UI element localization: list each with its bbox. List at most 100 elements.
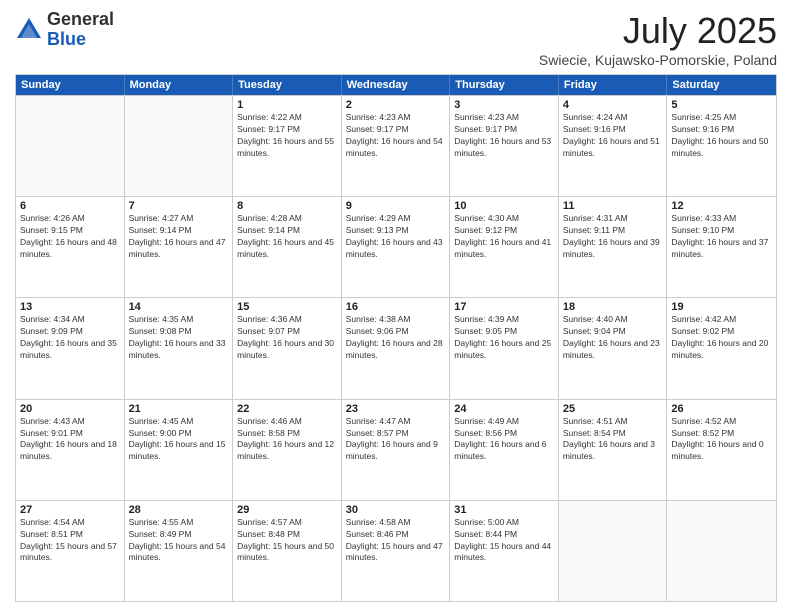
day-cell-27: 27Sunrise: 4:54 AMSunset: 8:51 PMDayligh… [16,501,125,601]
day-number: 7 [129,200,229,212]
daylight-text: Daylight: 16 hours and 33 minutes. [129,338,229,362]
sunrise-text: Sunrise: 4:47 AM [346,416,446,428]
day-number: 28 [129,504,229,516]
day-cell-29: 29Sunrise: 4:57 AMSunset: 8:48 PMDayligh… [233,501,342,601]
day-number: 25 [563,403,663,415]
calendar-row-4: 20Sunrise: 4:43 AMSunset: 9:01 PMDayligh… [16,399,776,500]
daylight-text: Daylight: 16 hours and 54 minutes. [346,136,446,160]
daylight-text: Daylight: 16 hours and 18 minutes. [20,439,120,463]
logo-blue: Blue [47,29,86,49]
sunrise-text: Sunrise: 4:54 AM [20,517,120,529]
daylight-text: Daylight: 16 hours and 37 minutes. [671,237,772,261]
sunrise-text: Sunrise: 4:42 AM [671,314,772,326]
day-number: 14 [129,301,229,313]
sunrise-text: Sunrise: 4:30 AM [454,213,554,225]
day-cell-4: 4Sunrise: 4:24 AMSunset: 9:16 PMDaylight… [559,96,668,196]
daylight-text: Daylight: 16 hours and 50 minutes. [671,136,772,160]
sunrise-text: Sunrise: 4:28 AM [237,213,337,225]
calendar-header: SundayMondayTuesdayWednesdayThursdayFrid… [16,75,776,95]
day-cell-21: 21Sunrise: 4:45 AMSunset: 9:00 PMDayligh… [125,400,234,500]
sunset-text: Sunset: 9:14 PM [237,225,337,237]
day-number: 24 [454,403,554,415]
page: General Blue July 2025 Swiecie, Kujawsko… [0,0,792,612]
day-cell-5: 5Sunrise: 4:25 AMSunset: 9:16 PMDaylight… [667,96,776,196]
daylight-text: Daylight: 16 hours and 30 minutes. [237,338,337,362]
day-number: 1 [237,99,337,111]
daylight-text: Daylight: 16 hours and 23 minutes. [563,338,663,362]
daylight-text: Daylight: 16 hours and 48 minutes. [20,237,120,261]
header: General Blue July 2025 Swiecie, Kujawsko… [15,10,777,68]
sunrise-text: Sunrise: 4:58 AM [346,517,446,529]
day-number: 27 [20,504,120,516]
sunset-text: Sunset: 9:02 PM [671,326,772,338]
day-cell-14: 14Sunrise: 4:35 AMSunset: 9:08 PMDayligh… [125,298,234,398]
sunrise-text: Sunrise: 4:29 AM [346,213,446,225]
daylight-text: Daylight: 15 hours and 47 minutes. [346,541,446,565]
day-number: 6 [20,200,120,212]
day-cell-10: 10Sunrise: 4:30 AMSunset: 9:12 PMDayligh… [450,197,559,297]
daylight-text: Daylight: 16 hours and 39 minutes. [563,237,663,261]
sunset-text: Sunset: 8:51 PM [20,529,120,541]
empty-cell [559,501,668,601]
calendar-row-5: 27Sunrise: 4:54 AMSunset: 8:51 PMDayligh… [16,500,776,601]
day-cell-31: 31Sunrise: 5:00 AMSunset: 8:44 PMDayligh… [450,501,559,601]
sunset-text: Sunset: 8:57 PM [346,428,446,440]
day-number: 15 [237,301,337,313]
daylight-text: Daylight: 16 hours and 3 minutes. [563,439,663,463]
day-cell-3: 3Sunrise: 4:23 AMSunset: 9:17 PMDaylight… [450,96,559,196]
day-cell-9: 9Sunrise: 4:29 AMSunset: 9:13 PMDaylight… [342,197,451,297]
sunset-text: Sunset: 8:52 PM [671,428,772,440]
month-title: July 2025 [539,10,777,52]
sunset-text: Sunset: 9:15 PM [20,225,120,237]
calendar-row-3: 13Sunrise: 4:34 AMSunset: 9:09 PMDayligh… [16,297,776,398]
calendar-row-1: 1Sunrise: 4:22 AMSunset: 9:17 PMDaylight… [16,95,776,196]
day-cell-20: 20Sunrise: 4:43 AMSunset: 9:01 PMDayligh… [16,400,125,500]
sunset-text: Sunset: 9:01 PM [20,428,120,440]
logo: General Blue [15,10,114,50]
calendar: SundayMondayTuesdayWednesdayThursdayFrid… [15,74,777,602]
daylight-text: Daylight: 15 hours and 44 minutes. [454,541,554,565]
day-number: 5 [671,99,772,111]
day-number: 23 [346,403,446,415]
sunset-text: Sunset: 8:44 PM [454,529,554,541]
sunrise-text: Sunrise: 4:40 AM [563,314,663,326]
daylight-text: Daylight: 16 hours and 28 minutes. [346,338,446,362]
weekday-header-monday: Monday [125,75,234,95]
daylight-text: Daylight: 16 hours and 51 minutes. [563,136,663,160]
daylight-text: Daylight: 16 hours and 12 minutes. [237,439,337,463]
daylight-text: Daylight: 15 hours and 57 minutes. [20,541,120,565]
day-number: 29 [237,504,337,516]
day-number: 8 [237,200,337,212]
sunrise-text: Sunrise: 4:35 AM [129,314,229,326]
daylight-text: Daylight: 16 hours and 9 minutes. [346,439,446,463]
sunrise-text: Sunrise: 4:45 AM [129,416,229,428]
sunrise-text: Sunrise: 4:57 AM [237,517,337,529]
sunset-text: Sunset: 9:12 PM [454,225,554,237]
sunrise-text: Sunrise: 4:36 AM [237,314,337,326]
day-cell-22: 22Sunrise: 4:46 AMSunset: 8:58 PMDayligh… [233,400,342,500]
sunrise-text: Sunrise: 5:00 AM [454,517,554,529]
sunrise-text: Sunrise: 4:22 AM [237,112,337,124]
title-block: July 2025 Swiecie, Kujawsko-Pomorskie, P… [539,10,777,68]
day-cell-15: 15Sunrise: 4:36 AMSunset: 9:07 PMDayligh… [233,298,342,398]
day-cell-25: 25Sunrise: 4:51 AMSunset: 8:54 PMDayligh… [559,400,668,500]
day-cell-19: 19Sunrise: 4:42 AMSunset: 9:02 PMDayligh… [667,298,776,398]
day-cell-11: 11Sunrise: 4:31 AMSunset: 9:11 PMDayligh… [559,197,668,297]
sunset-text: Sunset: 9:17 PM [346,124,446,136]
daylight-text: Daylight: 16 hours and 15 minutes. [129,439,229,463]
daylight-text: Daylight: 15 hours and 54 minutes. [129,541,229,565]
day-number: 4 [563,99,663,111]
daylight-text: Daylight: 16 hours and 55 minutes. [237,136,337,160]
daylight-text: Daylight: 16 hours and 25 minutes. [454,338,554,362]
sunrise-text: Sunrise: 4:33 AM [671,213,772,225]
day-cell-17: 17Sunrise: 4:39 AMSunset: 9:05 PMDayligh… [450,298,559,398]
day-number: 16 [346,301,446,313]
sunset-text: Sunset: 8:46 PM [346,529,446,541]
sunset-text: Sunset: 9:11 PM [563,225,663,237]
day-number: 12 [671,200,772,212]
daylight-text: Daylight: 15 hours and 50 minutes. [237,541,337,565]
sunset-text: Sunset: 9:14 PM [129,225,229,237]
sunset-text: Sunset: 9:04 PM [563,326,663,338]
sunset-text: Sunset: 9:17 PM [237,124,337,136]
sunset-text: Sunset: 8:56 PM [454,428,554,440]
